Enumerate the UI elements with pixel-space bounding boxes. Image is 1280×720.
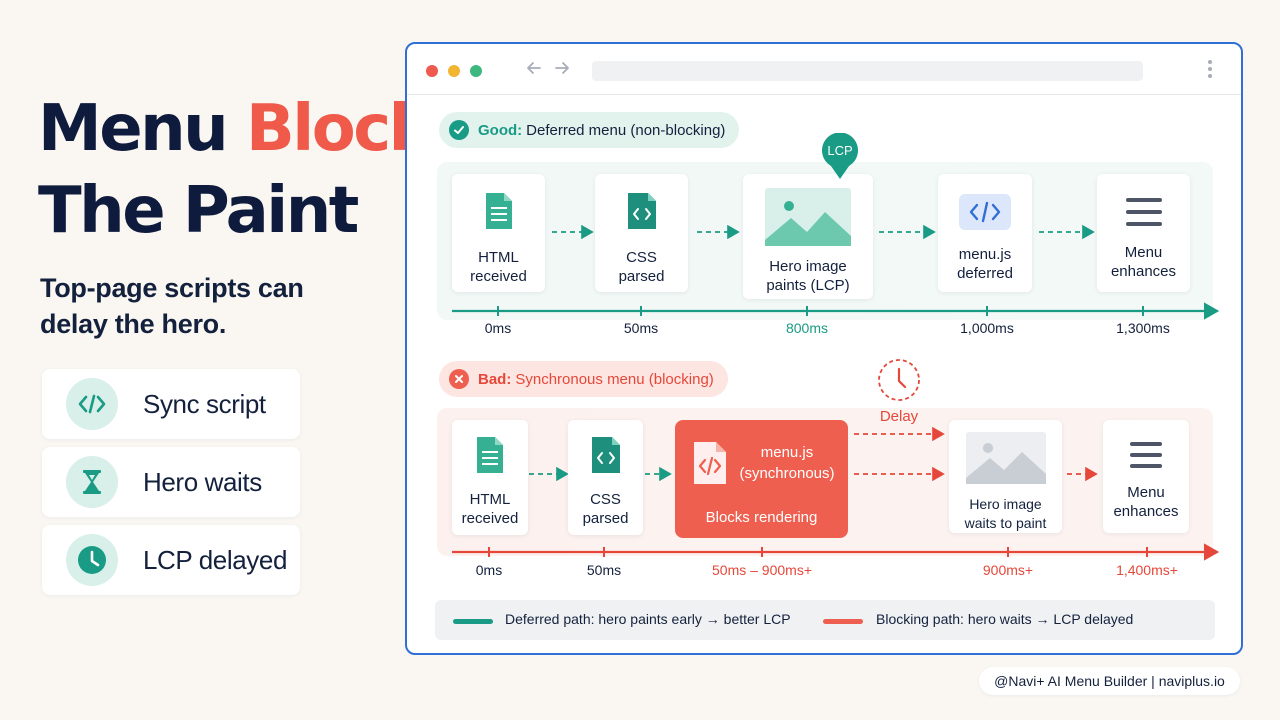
blocker-script-mode: (synchronous) <box>739 465 835 482</box>
step-title: HTML <box>478 249 519 266</box>
code-icon <box>959 194 1011 235</box>
headline-line-1: Menu Blocks <box>38 88 467 170</box>
good-time-0: 0ms <box>484 320 512 336</box>
step-card-html-received: HTML received <box>452 174 545 292</box>
good-time-1: 50ms <box>623 320 659 336</box>
step-subtitle: deferred <box>957 265 1013 282</box>
image-icon <box>765 188 851 251</box>
blocker-script-name: menu.js <box>760 444 814 461</box>
headline-line-2: The Paint <box>38 174 359 248</box>
step-card-css-parsed: CSS parsed <box>568 420 643 535</box>
step-card-menu-enhances: Menu enhances <box>1103 420 1189 533</box>
bad-time-3: 900ms+ <box>982 562 1034 578</box>
step-card-hero-image-waits: Hero image waits to paint <box>949 420 1062 533</box>
step-title: CSS <box>626 249 657 266</box>
legend: Deferred path: hero paints early → bette… <box>435 600 1215 640</box>
headline-word-menu: Menu <box>38 92 229 166</box>
good-time-4: 1,300ms <box>1116 320 1170 336</box>
step-subtitle: received <box>461 510 519 527</box>
step-title: Menu <box>1124 244 1163 261</box>
step-subtitle: enhances <box>1110 263 1177 280</box>
feature-label: LCP delayed <box>143 544 288 575</box>
step-card-html-received: HTML received <box>452 420 528 535</box>
code-file-icon <box>692 440 728 491</box>
css-file-icon <box>590 435 622 480</box>
credit-badge: @Navi+ AI Menu Builder | naviplus.io <box>979 667 1240 695</box>
menu-icon <box>1125 196 1163 233</box>
feature-item-sync-script: Sync script <box>42 369 300 439</box>
step-title: Menu <box>1127 484 1165 501</box>
step-card-css-parsed: CSS parsed <box>595 174 688 292</box>
document-icon <box>475 435 505 480</box>
feature-list: Sync script Hero waits LCP delayed <box>42 369 300 603</box>
step-subtitle: enhances <box>1113 503 1179 520</box>
step-title: Hero image <box>969 496 1042 512</box>
step-title: Hero image <box>769 258 847 275</box>
step-card-hero-image-paints: Hero image paints (LCP) <box>743 174 873 299</box>
step-subtitle: paints (LCP) <box>766 277 850 294</box>
good-time-3: 1,000ms <box>960 320 1014 336</box>
legend-blocking-swatch <box>823 619 863 624</box>
blocking-script-card: menu.js (synchronous) Blocks rendering <box>675 420 848 538</box>
step-title: CSS <box>590 491 621 508</box>
step-card-menu-enhances: Menu enhances <box>1097 174 1190 292</box>
bad-time-0: 0ms <box>475 562 503 578</box>
lcp-badge-label: LCP <box>827 143 853 158</box>
delay-clock-icon <box>877 358 921 407</box>
step-subtitle: received <box>470 268 527 285</box>
subheading: Top-page scripts can delay the hero. <box>40 273 304 339</box>
blocker-title: menu.js (synchronous) <box>729 442 845 484</box>
step-title: HTML <box>469 491 511 508</box>
legend-deferred-text: Deferred path: hero paints early → bette… <box>505 611 791 627</box>
document-icon <box>484 191 514 236</box>
step-card-menujs-deferred: menu.js deferred <box>938 174 1032 292</box>
legend-blocking-text: Blocking path: hero waits → LCP delayed <box>876 611 1134 627</box>
feature-label: Sync script <box>143 388 266 419</box>
good-time-2: 800ms <box>785 320 829 336</box>
lcp-marker-pin: LCP <box>820 132 860 184</box>
image-icon <box>965 432 1046 489</box>
feature-item-hero-waits: Hero waits <box>42 447 300 517</box>
browser-window: Good: Deferred menu (non-blocking) Bad: … <box>405 42 1243 655</box>
step-title: menu.js <box>958 246 1012 263</box>
code-icon <box>66 378 118 430</box>
delay-label: Delay <box>879 408 919 425</box>
menu-icon <box>1129 440 1163 475</box>
headline: Menu Blocks The Paint <box>38 88 467 252</box>
css-file-icon <box>626 191 658 236</box>
step-subtitle: parsed <box>618 268 665 285</box>
bad-time-1: 50ms <box>586 562 622 578</box>
clock-icon <box>66 534 118 586</box>
legend-deferred-swatch <box>453 619 493 624</box>
feature-item-lcp-delayed: LCP delayed <box>42 525 300 595</box>
step-subtitle: parsed <box>582 510 629 527</box>
step-subtitle: waits to paint <box>964 515 1047 531</box>
feature-label: Hero waits <box>143 466 262 497</box>
blocker-footer: Blocks rendering <box>705 509 818 526</box>
hourglass-icon <box>66 456 118 508</box>
bad-time-4: 1,400ms+ <box>1116 562 1178 578</box>
bad-time-2: 50ms – 900ms+ <box>712 562 812 578</box>
